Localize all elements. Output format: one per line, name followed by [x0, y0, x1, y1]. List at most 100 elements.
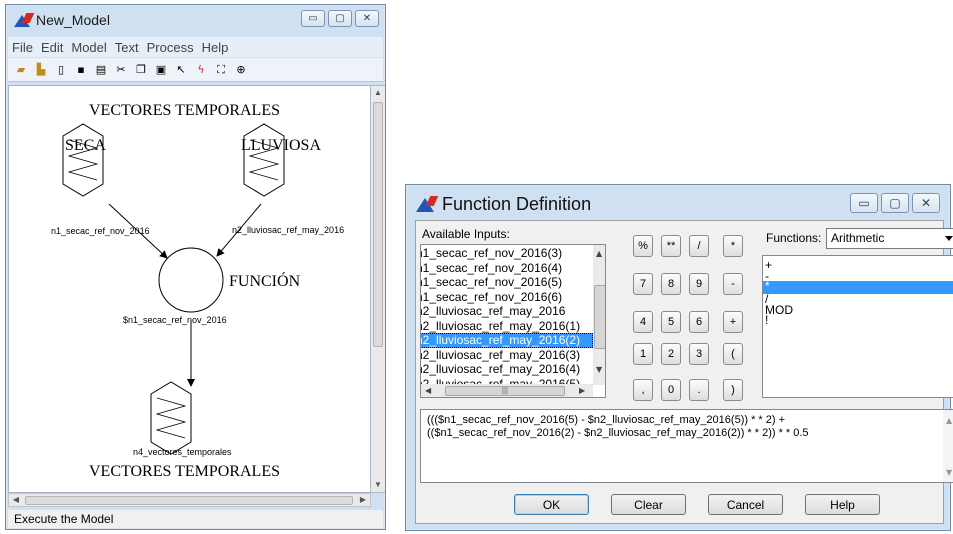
- input-item-selected[interactable]: n2_lluviosac_ref_may_2016(2): [421, 333, 593, 348]
- functions-list[interactable]: + - * / MOD !: [762, 255, 953, 398]
- input-item[interactable]: n1_secac_ref_nov_2016(3): [421, 246, 593, 261]
- input-item[interactable]: n2_lluviosac_ref_may_2016(4): [421, 362, 593, 377]
- scroll-right-icon[interactable]: ▶: [579, 386, 585, 395]
- input-item[interactable]: n1_secac_ref_nov_2016(6): [421, 290, 593, 305]
- scroll-up-icon[interactable]: ▲: [371, 86, 385, 100]
- menu-text[interactable]: Text: [115, 40, 139, 55]
- minimize-button[interactable]: ▭: [301, 10, 325, 27]
- calc-button-divide[interactable]: /: [689, 235, 709, 257]
- chevron-down-icon: [945, 236, 953, 241]
- open-folder-icon[interactable]: ▙: [34, 63, 48, 77]
- dialog-body: Available Inputs: n1_secac_ref_nov_2016(…: [415, 220, 953, 524]
- calc-button-dot[interactable]: .: [689, 379, 709, 401]
- menu-edit[interactable]: Edit: [41, 40, 63, 55]
- calc-button-1[interactable]: 1: [633, 343, 653, 365]
- calc-button-minus[interactable]: -: [723, 273, 743, 295]
- function-item[interactable]: MOD: [763, 304, 953, 315]
- calc-button-close-paren[interactable]: ): [723, 379, 743, 401]
- calc-button-multiply[interactable]: *: [723, 235, 743, 257]
- dialog-titlebar[interactable]: Function Definition ▭ ▢ ✕: [406, 185, 950, 223]
- scroll-down-icon[interactable]: ▼: [946, 466, 952, 479]
- calc-button-0[interactable]: 0: [661, 379, 681, 401]
- scroll-left-icon[interactable]: ◀: [9, 494, 23, 506]
- app-logo-icon: [416, 196, 439, 212]
- calc-button-plus[interactable]: +: [723, 311, 743, 333]
- menu-process[interactable]: Process: [147, 40, 194, 55]
- input-item[interactable]: n1_secac_ref_nov_2016(4): [421, 261, 593, 276]
- output-node[interactable]: [150, 381, 192, 455]
- ok-button[interactable]: OK: [514, 494, 589, 515]
- clear-button[interactable]: Clear: [611, 494, 686, 515]
- calc-button-5[interactable]: 5: [661, 311, 681, 333]
- input-item[interactable]: n2_lluviosac_ref_may_2016(1): [421, 319, 593, 334]
- paste-icon[interactable]: ▣: [154, 63, 168, 77]
- calc-button-4[interactable]: 4: [633, 311, 653, 333]
- calc-button-open-paren[interactable]: (: [723, 343, 743, 365]
- available-inputs-list[interactable]: n1_secac_ref_nov_2016(3) n1_secac_ref_no…: [420, 244, 606, 398]
- scroll-up-icon[interactable]: ▲: [946, 414, 952, 427]
- inputs-hscroll-thumb[interactable]: |||: [445, 386, 565, 396]
- maximize-button[interactable]: ▢: [328, 10, 352, 27]
- scroll-right-icon[interactable]: ▶: [356, 494, 370, 506]
- model-canvas[interactable]: VECTORES TEMPORALES SECA LLUVIOSA n1_sec…: [8, 85, 371, 493]
- expression-textarea[interactable]: ((($n1_secac_ref_nov_2016(5) - $n2_lluvi…: [420, 409, 953, 483]
- calc-button-7[interactable]: 7: [633, 273, 653, 295]
- input-item[interactable]: n2_lluviosac_ref_may_2016: [421, 304, 593, 319]
- help-button[interactable]: Help: [805, 494, 880, 515]
- print-icon[interactable]: ▤: [94, 63, 108, 77]
- calc-button-percent[interactable]: %: [633, 235, 653, 257]
- input-item[interactable]: n2_lluviosac_ref_may_2016(3): [421, 348, 593, 363]
- cancel-button[interactable]: Cancel: [708, 494, 783, 515]
- pointer-icon[interactable]: ↖: [174, 63, 188, 77]
- inputs-horizontal-scrollbar[interactable]: ◀ ||| ▶: [421, 384, 593, 397]
- status-bar: Execute the Model: [8, 510, 383, 528]
- calc-button-power[interactable]: **: [661, 235, 681, 257]
- calc-button-2[interactable]: 2: [661, 343, 681, 365]
- input-item[interactable]: n1_secac_ref_nov_2016(5): [421, 275, 593, 290]
- horizontal-scroll-thumb[interactable]: [25, 496, 353, 505]
- dialog-maximize-button[interactable]: ▢: [881, 193, 909, 213]
- app-logo-icon: [14, 13, 35, 27]
- menu-file[interactable]: File: [12, 40, 33, 55]
- scroll-down-icon[interactable]: ▼: [596, 365, 602, 374]
- calc-button-6[interactable]: 6: [689, 311, 709, 333]
- cut-icon[interactable]: ✂: [114, 63, 128, 77]
- inputs-vertical-scrollbar[interactable]: ▲ ▼: [593, 245, 605, 385]
- menu-help[interactable]: Help: [202, 40, 229, 55]
- vertical-scroll-thumb[interactable]: [373, 102, 383, 347]
- input-b-label: LLUVIOSA: [241, 137, 321, 154]
- copy-icon[interactable]: ❐: [134, 63, 148, 77]
- dialog-close-button[interactable]: ✕: [912, 193, 940, 213]
- dialog-minimize-button[interactable]: ▭: [850, 193, 878, 213]
- function-node[interactable]: [158, 247, 224, 313]
- zoom-fit-icon[interactable]: ⛶: [214, 63, 228, 77]
- scroll-left-icon[interactable]: ◀: [425, 386, 431, 395]
- calc-button-comma[interactable]: ,: [633, 379, 653, 401]
- function-category-select[interactable]: Arithmetic: [826, 228, 953, 249]
- menu-model[interactable]: Model: [71, 40, 106, 55]
- function-item[interactable]: -: [763, 270, 953, 281]
- function-item[interactable]: +: [763, 259, 953, 270]
- zoom-icon[interactable]: ⊕: [234, 63, 248, 77]
- inputs-scroll-thumb[interactable]: [594, 285, 605, 349]
- close-button[interactable]: ✕: [355, 10, 379, 27]
- canvas-vertical-scrollbar[interactable]: ▲ ▼: [371, 85, 385, 493]
- calc-button-8[interactable]: 8: [661, 273, 681, 295]
- function-item[interactable]: !: [763, 314, 953, 325]
- calc-button-9[interactable]: 9: [689, 273, 709, 295]
- expression-scrollbar[interactable]: ▲ ▼: [943, 410, 953, 482]
- run-icon[interactable]: ϟ: [194, 63, 208, 77]
- menubar: File Edit Model Text Process Help: [8, 37, 383, 57]
- functions-label: Functions:: [766, 231, 822, 245]
- save-icon[interactable]: ▪: [74, 63, 88, 77]
- function-item-selected[interactable]: *: [763, 280, 953, 294]
- scroll-up-icon[interactable]: ▲: [596, 249, 602, 258]
- calc-button-3[interactable]: 3: [689, 343, 709, 365]
- input-a-node[interactable]: [62, 123, 104, 197]
- scroll-down-icon[interactable]: ▼: [371, 478, 385, 492]
- open-icon[interactable]: ▰: [14, 63, 28, 77]
- input-b-node[interactable]: [243, 123, 285, 197]
- model-window-titlebar[interactable]: New_Model ▭ ▢ ✕: [6, 5, 385, 35]
- new-file-icon[interactable]: ▯: [54, 63, 68, 77]
- canvas-horizontal-scrollbar[interactable]: ◀ ▶: [8, 493, 371, 507]
